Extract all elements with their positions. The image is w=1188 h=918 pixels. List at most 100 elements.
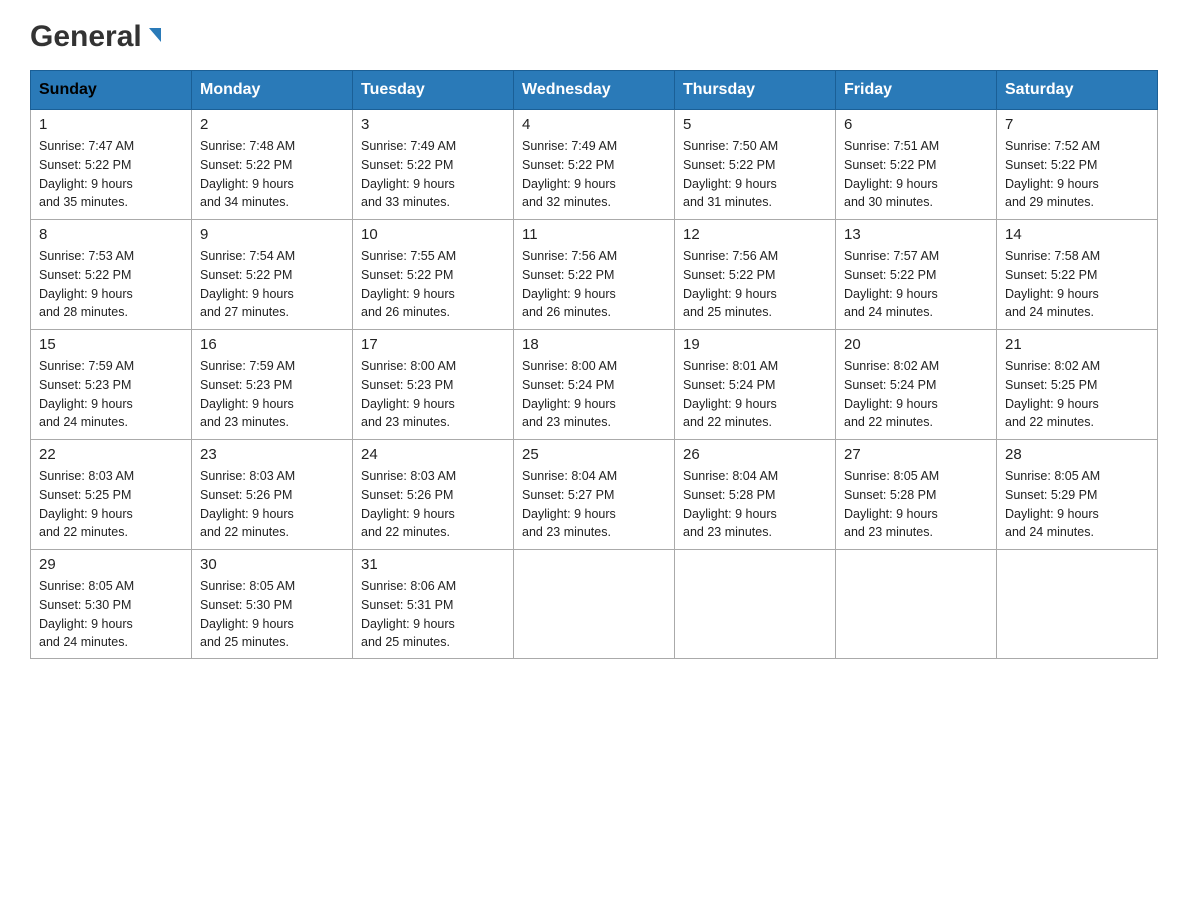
day-number: 24 (361, 446, 505, 463)
calendar-cell: 7 Sunrise: 7:52 AM Sunset: 5:22 PM Dayli… (997, 110, 1158, 220)
col-header-sunday: Sunday (31, 71, 192, 110)
day-number: 28 (1005, 446, 1149, 463)
day-number: 15 (39, 336, 183, 353)
day-info: Sunrise: 7:53 AM Sunset: 5:22 PM Dayligh… (39, 247, 183, 322)
logo-general: General (30, 20, 142, 54)
calendar-cell (836, 550, 997, 659)
col-header-monday: Monday (192, 71, 353, 110)
calendar-cell: 28 Sunrise: 8:05 AM Sunset: 5:29 PM Dayl… (997, 440, 1158, 550)
day-info: Sunrise: 7:54 AM Sunset: 5:22 PM Dayligh… (200, 247, 344, 322)
day-info: Sunrise: 8:05 AM Sunset: 5:30 PM Dayligh… (39, 577, 183, 652)
calendar-cell: 5 Sunrise: 7:50 AM Sunset: 5:22 PM Dayli… (675, 110, 836, 220)
day-number: 20 (844, 336, 988, 353)
calendar-cell: 10 Sunrise: 7:55 AM Sunset: 5:22 PM Dayl… (353, 220, 514, 330)
day-info: Sunrise: 8:03 AM Sunset: 5:26 PM Dayligh… (200, 467, 344, 542)
day-info: Sunrise: 8:04 AM Sunset: 5:27 PM Dayligh… (522, 467, 666, 542)
calendar-cell: 8 Sunrise: 7:53 AM Sunset: 5:22 PM Dayli… (31, 220, 192, 330)
day-info: Sunrise: 8:05 AM Sunset: 5:28 PM Dayligh… (844, 467, 988, 542)
day-number: 22 (39, 446, 183, 463)
day-number: 5 (683, 116, 827, 133)
calendar-week-row: 8 Sunrise: 7:53 AM Sunset: 5:22 PM Dayli… (31, 220, 1158, 330)
calendar-cell: 19 Sunrise: 8:01 AM Sunset: 5:24 PM Dayl… (675, 330, 836, 440)
day-info: Sunrise: 7:56 AM Sunset: 5:22 PM Dayligh… (522, 247, 666, 322)
day-info: Sunrise: 7:57 AM Sunset: 5:22 PM Dayligh… (844, 247, 988, 322)
calendar-cell: 2 Sunrise: 7:48 AM Sunset: 5:22 PM Dayli… (192, 110, 353, 220)
calendar-cell: 29 Sunrise: 8:05 AM Sunset: 5:30 PM Dayl… (31, 550, 192, 659)
calendar-cell: 1 Sunrise: 7:47 AM Sunset: 5:22 PM Dayli… (31, 110, 192, 220)
day-number: 8 (39, 226, 183, 243)
day-info: Sunrise: 7:47 AM Sunset: 5:22 PM Dayligh… (39, 137, 183, 212)
day-info: Sunrise: 7:59 AM Sunset: 5:23 PM Dayligh… (200, 357, 344, 432)
col-header-saturday: Saturday (997, 71, 1158, 110)
day-info: Sunrise: 8:05 AM Sunset: 5:30 PM Dayligh… (200, 577, 344, 652)
calendar-cell: 3 Sunrise: 7:49 AM Sunset: 5:22 PM Dayli… (353, 110, 514, 220)
day-number: 9 (200, 226, 344, 243)
col-header-wednesday: Wednesday (514, 71, 675, 110)
day-info: Sunrise: 8:03 AM Sunset: 5:26 PM Dayligh… (361, 467, 505, 542)
day-number: 19 (683, 336, 827, 353)
calendar-cell: 13 Sunrise: 7:57 AM Sunset: 5:22 PM Dayl… (836, 220, 997, 330)
day-number: 14 (1005, 226, 1149, 243)
calendar-cell: 30 Sunrise: 8:05 AM Sunset: 5:30 PM Dayl… (192, 550, 353, 659)
day-info: Sunrise: 7:58 AM Sunset: 5:22 PM Dayligh… (1005, 247, 1149, 322)
day-number: 3 (361, 116, 505, 133)
calendar-week-row: 1 Sunrise: 7:47 AM Sunset: 5:22 PM Dayli… (31, 110, 1158, 220)
calendar-cell: 21 Sunrise: 8:02 AM Sunset: 5:25 PM Dayl… (997, 330, 1158, 440)
calendar-cell (675, 550, 836, 659)
logo: General (30, 20, 166, 50)
day-number: 11 (522, 226, 666, 243)
day-info: Sunrise: 8:06 AM Sunset: 5:31 PM Dayligh… (361, 577, 505, 652)
logo-triangle-icon (144, 24, 166, 46)
day-info: Sunrise: 8:02 AM Sunset: 5:25 PM Dayligh… (1005, 357, 1149, 432)
day-info: Sunrise: 8:02 AM Sunset: 5:24 PM Dayligh… (844, 357, 988, 432)
day-number: 25 (522, 446, 666, 463)
col-header-thursday: Thursday (675, 71, 836, 110)
day-number: 13 (844, 226, 988, 243)
calendar-week-row: 29 Sunrise: 8:05 AM Sunset: 5:30 PM Dayl… (31, 550, 1158, 659)
calendar-cell: 27 Sunrise: 8:05 AM Sunset: 5:28 PM Dayl… (836, 440, 997, 550)
day-info: Sunrise: 8:00 AM Sunset: 5:24 PM Dayligh… (522, 357, 666, 432)
day-info: Sunrise: 7:56 AM Sunset: 5:22 PM Dayligh… (683, 247, 827, 322)
calendar-cell: 20 Sunrise: 8:02 AM Sunset: 5:24 PM Dayl… (836, 330, 997, 440)
day-number: 4 (522, 116, 666, 133)
day-number: 17 (361, 336, 505, 353)
day-number: 7 (1005, 116, 1149, 133)
day-info: Sunrise: 7:48 AM Sunset: 5:22 PM Dayligh… (200, 137, 344, 212)
calendar-cell: 11 Sunrise: 7:56 AM Sunset: 5:22 PM Dayl… (514, 220, 675, 330)
calendar-cell: 24 Sunrise: 8:03 AM Sunset: 5:26 PM Dayl… (353, 440, 514, 550)
day-number: 30 (200, 556, 344, 573)
day-info: Sunrise: 8:05 AM Sunset: 5:29 PM Dayligh… (1005, 467, 1149, 542)
day-number: 12 (683, 226, 827, 243)
calendar-cell: 9 Sunrise: 7:54 AM Sunset: 5:22 PM Dayli… (192, 220, 353, 330)
calendar-week-row: 22 Sunrise: 8:03 AM Sunset: 5:25 PM Dayl… (31, 440, 1158, 550)
calendar-cell: 15 Sunrise: 7:59 AM Sunset: 5:23 PM Dayl… (31, 330, 192, 440)
calendar-cell: 14 Sunrise: 7:58 AM Sunset: 5:22 PM Dayl… (997, 220, 1158, 330)
calendar-cell: 18 Sunrise: 8:00 AM Sunset: 5:24 PM Dayl… (514, 330, 675, 440)
calendar-cell: 26 Sunrise: 8:04 AM Sunset: 5:28 PM Dayl… (675, 440, 836, 550)
day-info: Sunrise: 7:55 AM Sunset: 5:22 PM Dayligh… (361, 247, 505, 322)
day-number: 26 (683, 446, 827, 463)
day-number: 18 (522, 336, 666, 353)
calendar-cell: 31 Sunrise: 8:06 AM Sunset: 5:31 PM Dayl… (353, 550, 514, 659)
col-header-friday: Friday (836, 71, 997, 110)
day-info: Sunrise: 7:52 AM Sunset: 5:22 PM Dayligh… (1005, 137, 1149, 212)
calendar-cell: 4 Sunrise: 7:49 AM Sunset: 5:22 PM Dayli… (514, 110, 675, 220)
day-info: Sunrise: 8:03 AM Sunset: 5:25 PM Dayligh… (39, 467, 183, 542)
calendar-cell (514, 550, 675, 659)
day-number: 29 (39, 556, 183, 573)
day-info: Sunrise: 8:01 AM Sunset: 5:24 PM Dayligh… (683, 357, 827, 432)
day-number: 27 (844, 446, 988, 463)
calendar-table: SundayMondayTuesdayWednesdayThursdayFrid… (30, 70, 1158, 659)
day-info: Sunrise: 8:00 AM Sunset: 5:23 PM Dayligh… (361, 357, 505, 432)
calendar-cell: 23 Sunrise: 8:03 AM Sunset: 5:26 PM Dayl… (192, 440, 353, 550)
day-number: 6 (844, 116, 988, 133)
day-number: 10 (361, 226, 505, 243)
day-info: Sunrise: 7:49 AM Sunset: 5:22 PM Dayligh… (361, 137, 505, 212)
day-number: 21 (1005, 336, 1149, 353)
calendar-cell: 6 Sunrise: 7:51 AM Sunset: 5:22 PM Dayli… (836, 110, 997, 220)
day-number: 23 (200, 446, 344, 463)
header: General (30, 20, 1158, 50)
calendar-cell: 22 Sunrise: 8:03 AM Sunset: 5:25 PM Dayl… (31, 440, 192, 550)
calendar-cell (997, 550, 1158, 659)
calendar-cell: 25 Sunrise: 8:04 AM Sunset: 5:27 PM Dayl… (514, 440, 675, 550)
